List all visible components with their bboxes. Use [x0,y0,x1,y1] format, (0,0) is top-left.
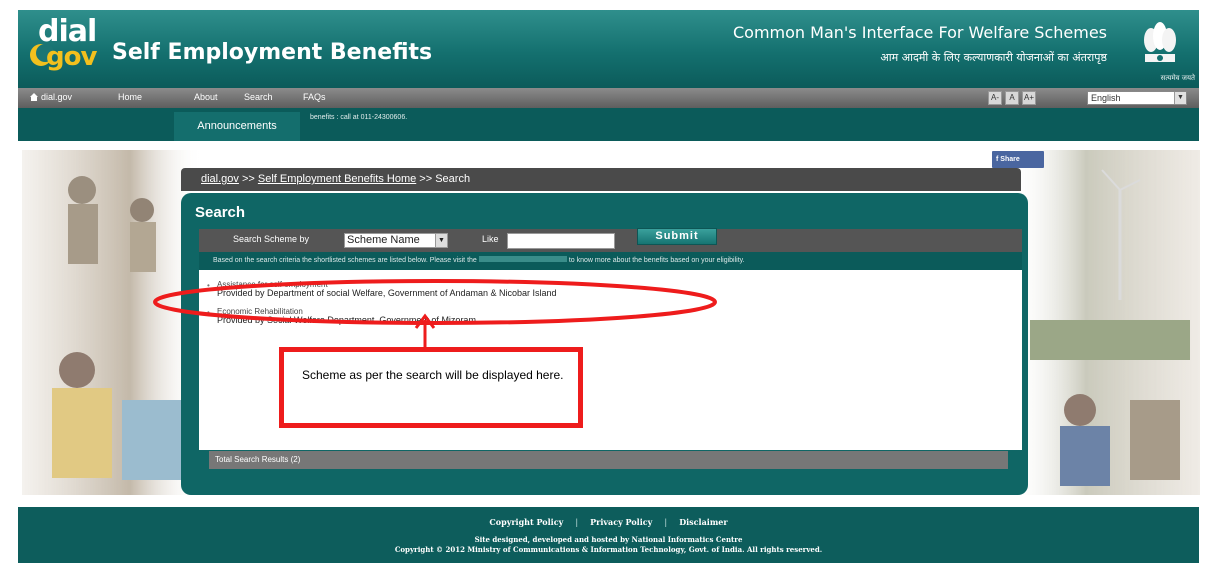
scheme-details-link[interactable] [478,256,567,262]
total-results-count: Total Search Results (2) [215,455,301,464]
footer-link-privacy-policy[interactable]: Privacy Policy [590,517,652,527]
site-footer: Copyright Policy | Privacy Policy | Disclaim… [18,507,1199,563]
nav-label-dialgov: dial.gov [41,92,73,102]
font-normal-button[interactable]: A [1005,91,1019,105]
footer-link-copyright-policy[interactable]: Copyright Policy [489,517,563,527]
submit-button[interactable]: Submit [637,228,717,245]
tagline-hindi: आम आदमी के लिए कल्याणकारी योजनाओं का अंत… [880,51,1107,64]
nav-item-faqs[interactable]: FAQs [303,92,326,102]
breadcrumb-separator: >> [238,173,258,185]
annotation-callout-box: Scheme as per the search will be display… [279,347,583,428]
like-label: Like [482,234,499,244]
nav-item-dialgov[interactable]: dial.gov [30,92,72,102]
search-info-bar: Based on the search criteria the shortli… [199,252,1022,270]
facebook-share-button[interactable]: f Share [992,151,1044,168]
emblem-caption: सत्यमेव जयते [1160,74,1195,82]
search-scheme-by-label: Search Scheme by [233,234,310,244]
site-header: dial gov Self Employment Benefits Common… [18,10,1199,88]
font-decrease-button[interactable]: A- [988,91,1002,105]
footer-links: Copyright Policy | Privacy Policy | Disclaim… [18,517,1199,527]
font-increase-button[interactable]: A+ [1022,91,1036,105]
announcement-bar: Announcements benefits : call at 011-243… [18,108,1199,141]
footer-link-disclaimer[interactable]: Disclaimer [679,517,727,527]
breadcrumb-link-home[interactable]: Self Employment Benefits Home [258,173,416,185]
announcement-ticker[interactable]: benefits : call at 011-24300606. [310,114,407,121]
tagline: Common Man's Interface For Welfare Schem… [733,23,1107,42]
national-emblem-icon [1144,22,1176,62]
nav-item-about[interactable]: About [194,92,218,102]
footer-separator: | [664,517,668,527]
page: dial gov Self Employment Benefits Common… [0,0,1209,563]
language-value: English [1091,93,1121,103]
breadcrumb-current: Search [435,173,471,185]
scheme-by-select[interactable]: Scheme Name ▼ [344,233,448,248]
footer-separator: | [575,517,579,527]
footer-copyright: Copyright © 2012 Ministry of Communicati… [394,545,823,554]
like-input[interactable] [507,233,615,249]
breadcrumb-separator: >> [416,173,436,185]
total-results-bar: Total Search Results (2) [209,451,1008,469]
scheme-by-value: Scheme Name [347,234,420,246]
tab-announcements[interactable]: Announcements [174,112,300,141]
info-suffix: to know more about the benefits based on… [568,257,745,264]
people-photo-collage-right [1010,150,1200,495]
home-icon [30,93,38,101]
site-title: Self Employment Benefits [112,40,433,65]
logo-text-gov: gov [46,42,97,72]
top-nav: dial.gov Home About Search FAQs A- A A+ … [18,88,1199,108]
search-panel-title: Search [195,204,246,221]
nav-item-home[interactable]: Home [118,92,142,102]
breadcrumb: dial.gov >> Self Employment Benefits Hom… [181,168,1021,191]
language-select[interactable]: English ▼ [1087,91,1187,105]
annotation-callout-text: Scheme as per the search will be display… [302,368,564,382]
callout-arrow-icon [414,313,436,350]
chevron-down-icon: ▼ [435,234,447,247]
nav-item-search[interactable]: Search [244,92,273,102]
dialgov-logo[interactable]: dial gov [30,14,114,74]
info-prefix: Based on the search criteria the shortli… [213,257,477,264]
search-form: Search Scheme by Scheme Name ▼ Like Subm… [199,228,1022,252]
search-info-text: Based on the search criteria the shortli… [213,256,745,264]
breadcrumb-link-dialgov[interactable]: dial.gov [201,173,239,185]
chevron-down-icon: ▼ [1174,92,1186,104]
footer-credit: Site designed, developed and hosted by N… [474,535,743,544]
